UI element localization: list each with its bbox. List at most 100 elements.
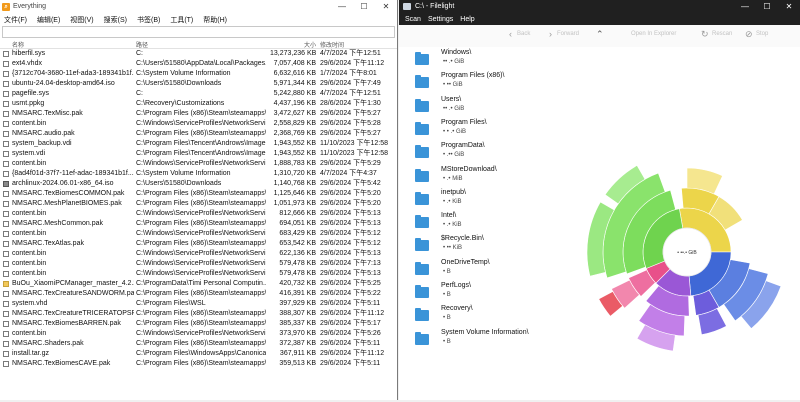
result-row[interactable]: NMSARC.TexAtlas.pak C:\Program Files (x86… — [0, 239, 397, 249]
menu-file[interactable]: 文件(F) — [4, 15, 27, 25]
result-row[interactable]: NMSARC.Shaders.pak C:\Program Files (x86)… — [0, 339, 397, 349]
result-row[interactable]: NMSARC.MeshCommon.pak C:\Program Files (x… — [0, 219, 397, 229]
folder-icon — [415, 308, 429, 322]
folder-icon — [415, 145, 429, 159]
result-row[interactable]: ext4.vhdx C:\Users\51580\AppData\Local\Pa… — [0, 59, 397, 69]
result-row[interactable]: NMSARC.TexCreatureSANDWORM.pak C:\Program… — [0, 289, 397, 299]
result-row[interactable]: content.bin C:\Windows\ServiceProfiles\Ne… — [0, 229, 397, 239]
forward-button[interactable]: Forward — [557, 31, 579, 37]
folder-list-item[interactable]: Program Files\ • • .• GiB — [399, 117, 583, 140]
open-in-explorer-button[interactable]: Open In Explorer — [631, 31, 676, 37]
up-chevron-icon[interactable]: ⌃ — [596, 29, 604, 40]
result-path: C:\Windows\ServiceProfiles\NetworkServi.… — [136, 330, 266, 337]
result-name: content.bin — [12, 260, 47, 267]
result-row[interactable]: content.bin C:\Windows\ServiceProfiles\Ne… — [0, 259, 397, 269]
menu-view[interactable]: 视图(V) — [70, 15, 93, 25]
column-header-name[interactable]: 名称 — [12, 40, 24, 49]
menu-scan[interactable]: Scan — [405, 16, 421, 23]
result-row[interactable]: system.vdi C:\Program Files\Tencent\Andro… — [0, 149, 397, 159]
result-row[interactable]: archlinux-2024.06.01-x86_64.iso C:\Users\… — [0, 179, 397, 189]
result-row[interactable]: content.bin C:\Windows\ServiceProfiles\Ne… — [0, 249, 397, 259]
result-row[interactable]: content.bin C:\Windows\ServiceProfiles\Ne… — [0, 329, 397, 339]
result-row[interactable]: {3712c704-3680-11ef-ada3-189341b1f... C:\… — [0, 69, 397, 79]
result-row[interactable]: system.vhd C:\Program Files\WSL 397,929 KB… — [0, 299, 397, 309]
result-date: 29/6/2024 下午5:12 — [320, 230, 381, 237]
result-row[interactable]: system_backup.vdi C:\Program Files\Tencen… — [0, 139, 397, 149]
result-row[interactable]: BuOu_XiaomiPCManager_master_4.2.2... C:\P… — [0, 279, 397, 289]
column-header-path[interactable]: 路径 — [136, 40, 148, 49]
minimize-button[interactable]: — — [734, 0, 756, 13]
result-row[interactable]: pagefile.sys C: 5,242,880 KB 4/7/2024 下午12:… — [0, 89, 397, 99]
menu-help[interactable]: Help — [460, 16, 474, 23]
folder-list-item[interactable]: PerfLogs\ • B — [399, 280, 583, 303]
result-row[interactable]: content.bin C:\Windows\ServiceProfiles\Ne… — [0, 119, 397, 129]
back-button[interactable]: Back — [517, 31, 530, 37]
search-input[interactable] — [2, 26, 395, 38]
folder-list-item[interactable]: inetpub\ • .• KiB — [399, 187, 583, 210]
close-button[interactable]: ✕ — [375, 0, 397, 13]
folder-size: • •• KiB — [443, 245, 462, 252]
result-name: NMSARC.Shaders.pak — [12, 340, 84, 347]
result-name: ubuntu-24.04-desktop-amd64.iso — [12, 80, 115, 87]
maximize-button[interactable]: ☐ — [756, 0, 778, 13]
stop-button[interactable]: Stop — [756, 31, 768, 37]
sunburst-chart[interactable]: • ••.• GiB — [583, 47, 800, 400]
result-row[interactable]: NMSARC.TexBiomesCAVE.pak C:\Program Files… — [0, 359, 397, 369]
file-icon — [3, 141, 9, 147]
result-row[interactable]: NMSARC.TexBiomesBARREN.pak C:\Program Fil… — [0, 319, 397, 329]
result-row[interactable]: hiberfil.sys C: 13,273,236 KB 4/7/2024 下午12… — [0, 49, 397, 59]
result-row[interactable]: content.bin C:\Windows\ServiceProfiles\Ne… — [0, 159, 397, 169]
maximize-button[interactable]: ☐ — [353, 0, 375, 13]
result-date: 1/7/2024 下午8:01 — [320, 70, 377, 77]
result-date: 29/6/2024 下午5:25 — [320, 280, 381, 287]
folder-list-item[interactable]: Intel\ • .• KiB — [399, 210, 583, 233]
menu-help[interactable]: 帮助(H) — [203, 15, 227, 25]
back-arrow-icon: ‹ — [509, 29, 512, 39]
folder-list-item[interactable]: ProgramData\ • .•• GiB — [399, 140, 583, 163]
folder-list-item[interactable]: $Recycle.Bin\ • •• KiB — [399, 233, 583, 256]
folder-name: inetpub\ — [441, 188, 466, 196]
result-row[interactable]: install.tar.gz C:\Program Files\WindowsAp… — [0, 349, 397, 359]
menu-edit[interactable]: 编辑(E) — [37, 15, 60, 25]
folder-list-item[interactable]: Recovery\ • B — [399, 303, 583, 326]
file-icon — [3, 361, 9, 367]
folder-name: PerfLogs\ — [441, 282, 471, 289]
result-row[interactable]: content.bin C:\Windows\ServiceProfiles\Ne… — [0, 269, 397, 279]
minimize-button[interactable]: — — [331, 0, 353, 13]
result-path: C:\ProgramData\Timi Personal Computin... — [136, 280, 266, 287]
menu-settings[interactable]: Settings — [428, 16, 453, 23]
folder-list-item[interactable]: MStoreDownload\ • .• MiB — [399, 164, 583, 187]
column-header-row: 名称 路径 大小 修改时间 — [0, 38, 397, 49]
result-row[interactable]: NMSARC.TexMisc.pak C:\Program Files (x86)… — [0, 109, 397, 119]
menu-tools[interactable]: 工具(T) — [170, 15, 193, 25]
close-button[interactable]: ✕ — [778, 0, 800, 13]
result-row[interactable]: ubuntu-24.04-desktop-amd64.iso C:\Users\5… — [0, 79, 397, 89]
result-size: 2,558,829 KB — [273, 120, 316, 127]
folder-name: Intel\ — [441, 212, 457, 220]
menu-bookmarks[interactable]: 书签(B) — [137, 15, 160, 25]
result-row[interactable]: {8ad4f01d-37f7-11ef-adac-189341b1f... C:\… — [0, 169, 397, 179]
result-row[interactable]: content.bin C:\Windows\ServiceProfiles\Ne… — [0, 209, 397, 219]
result-row[interactable]: NMSARC.audio.pak C:\Program Files (x86)\S… — [0, 129, 397, 139]
result-path: C:\Program Files (x86)\Steam\steamapps\.… — [136, 340, 266, 347]
rescan-button[interactable]: Rescan — [712, 31, 732, 37]
result-path: C: — [136, 50, 143, 57]
folder-list-item[interactable]: System Volume Information\ • B — [399, 327, 583, 350]
folder-list-item[interactable]: Windows\ •• .• GiB — [399, 47, 583, 70]
menu-search[interactable]: 搜索(S) — [104, 15, 127, 25]
result-row[interactable]: NMSARC.MeshPlanetBIOMES.pak C:\Program Fi… — [0, 199, 397, 209]
folder-list-item[interactable]: Program Files (x86)\ • •• GiB — [399, 70, 583, 93]
column-header-size[interactable]: 大小 — [304, 40, 316, 49]
folder-size: • .• KiB — [443, 222, 462, 229]
folder-list-item[interactable]: OneDriveTemp\ • B — [399, 257, 583, 280]
result-path: C:\Program Files (x86)\Steam\steamapps\.… — [136, 110, 266, 117]
result-date: 29/6/2024 下午5:22 — [320, 290, 381, 297]
file-icon — [3, 231, 9, 237]
radial-usage-map[interactable]: • ••.• GiB — [583, 47, 800, 400]
result-row[interactable]: usmt.ppkg C:\Recovery\Customizations 4,437… — [0, 99, 397, 109]
result-row[interactable]: NMSARC.TexBiomesCOMMON.pak C:\Program Fil… — [0, 189, 397, 199]
column-header-date[interactable]: 修改时间 — [320, 40, 344, 49]
folder-size: • B — [443, 338, 451, 345]
folder-list-item[interactable]: Users\ •• .• GiB — [399, 94, 583, 117]
result-row[interactable]: NMSARC.TexCreatureTRICERATOPSRI... C:\Pro… — [0, 309, 397, 319]
